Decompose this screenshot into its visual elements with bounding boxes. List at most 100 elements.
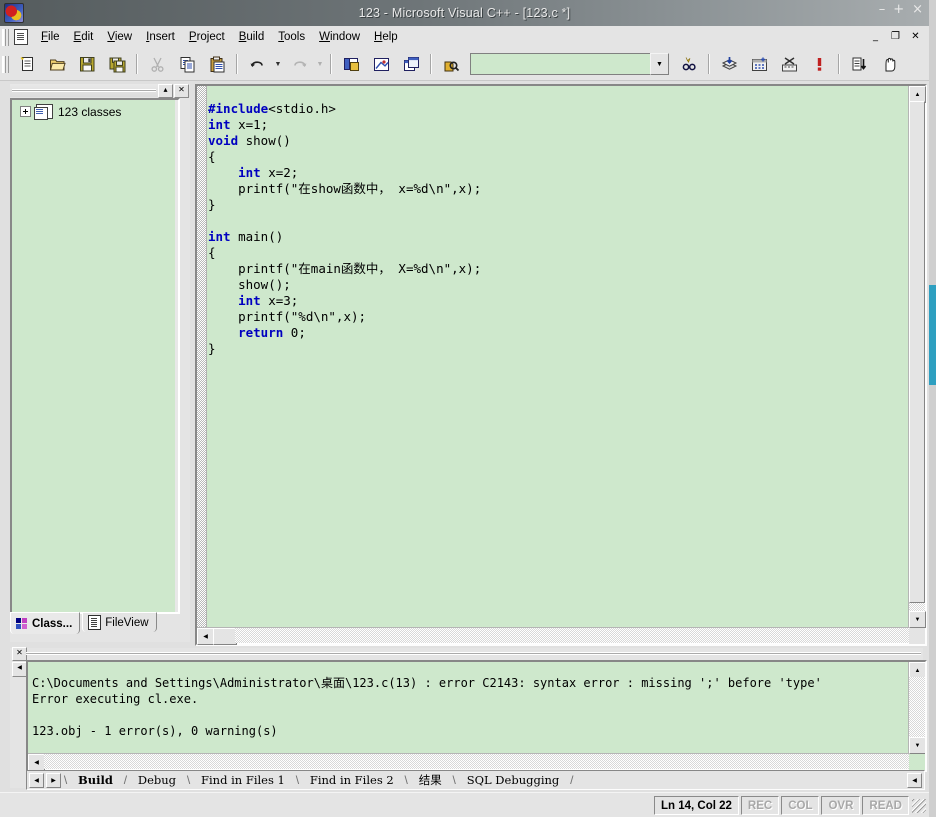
- open-file-button[interactable]: [43, 50, 71, 78]
- status-badge-col: COL: [781, 796, 820, 815]
- tab-find-in-files-2[interactable]: Find in Files 2: [302, 773, 402, 787]
- tab-scroll-right-button[interactable]: ▶: [46, 772, 61, 788]
- code-token: x=2;: [260, 164, 299, 180]
- code-token: <stdio.h>: [268, 100, 336, 116]
- cut-button[interactable]: [143, 50, 171, 78]
- output-caption-bar: ✕: [10, 647, 923, 661]
- search-button[interactable]: [675, 50, 703, 78]
- scroll-left-arrow[interactable]: ◀: [197, 628, 214, 645]
- output-close-button[interactable]: ✕: [12, 647, 27, 661]
- go-button[interactable]: [845, 50, 873, 78]
- execute-button[interactable]: [805, 50, 833, 78]
- tree-scrollbar[interactable]: [175, 100, 178, 612]
- stop-build-button[interactable]: [775, 50, 803, 78]
- undo-button[interactable]: [243, 50, 271, 78]
- selection-margin[interactable]: [197, 86, 207, 644]
- vscroll-thumb[interactable]: [909, 101, 925, 603]
- tab-divider: \: [63, 773, 68, 787]
- redo-button[interactable]: [285, 50, 313, 78]
- menu-item-tools[interactable]: Tools: [271, 29, 312, 45]
- build-button[interactable]: [745, 50, 773, 78]
- undo-dropdown-icon[interactable]: ▼: [272, 51, 284, 77]
- scrollbar-corner: [909, 628, 925, 644]
- menu-item-file[interactable]: File: [34, 29, 67, 45]
- class-view-tree[interactable]: 123 classes: [10, 98, 180, 614]
- tab-results[interactable]: 结果: [411, 772, 450, 788]
- toolbar-drag-grip[interactable]: [2, 55, 9, 73]
- menu-item-insert[interactable]: Insert: [139, 29, 182, 45]
- toolbar-separator: [838, 54, 840, 74]
- tab-sql-debugging[interactable]: SQL Debugging: [459, 773, 568, 787]
- menu-item-edit[interactable]: Edit: [67, 29, 101, 45]
- tree-item-root[interactable]: 123 classes: [12, 100, 178, 120]
- minimize-button[interactable]: –: [879, 3, 886, 16]
- workspace-close-button[interactable]: ✕: [174, 83, 189, 98]
- menu-label: dit: [81, 31, 94, 43]
- workspace-caption-bar: ▴ ✕: [10, 83, 190, 98]
- code-token: int: [238, 292, 261, 308]
- hscroll-track[interactable]: [235, 628, 909, 643]
- menu-drag-grip[interactable]: [2, 28, 9, 46]
- output-hscroll-track[interactable]: [44, 754, 909, 769]
- menu-item-view[interactable]: View: [100, 29, 139, 45]
- visual-cpp-window: 123 - Microsoft Visual C++ - [123.c *] –…: [0, 0, 929, 817]
- output-vertical-scrollbar[interactable]: ▲ ▼: [908, 662, 925, 754]
- menu-item-build[interactable]: Build: [232, 29, 272, 45]
- scroll-left-arrow[interactable]: ◀: [28, 754, 45, 770]
- tab-find-in-files-1[interactable]: Find in Files 1: [193, 773, 293, 787]
- tab-classview[interactable]: Class...: [10, 612, 81, 634]
- menu-item-project[interactable]: Project: [182, 29, 232, 45]
- workspace-minimize-button[interactable]: ▴: [158, 83, 173, 98]
- output-scroll-left-button[interactable]: ◀: [12, 662, 27, 677]
- paste-button[interactable]: [203, 50, 231, 78]
- tab-scroll-left-button[interactable]: ◀: [29, 772, 44, 788]
- output-vscroll-track[interactable]: [909, 677, 925, 739]
- tab-label: Class...: [32, 617, 73, 630]
- plus-box-icon[interactable]: [20, 106, 31, 117]
- window-list-button[interactable]: [397, 50, 425, 78]
- tab-build[interactable]: Build: [70, 773, 121, 787]
- mdi-close-button[interactable]: ✕: [907, 29, 924, 45]
- mdi-minimize-button[interactable]: _: [867, 29, 884, 45]
- close-button[interactable]: ×: [912, 3, 923, 16]
- tab-bar-right-controls: ◀: [905, 772, 924, 788]
- code-token: show(): [238, 132, 291, 148]
- scroll-down-arrow[interactable]: ▼: [909, 737, 925, 754]
- code-editor[interactable]: #include<stdio.h> int x=1; void show() {…: [195, 84, 927, 646]
- document-icon: [14, 29, 28, 45]
- tab-debug[interactable]: Debug: [130, 773, 184, 787]
- tab-divider: \: [404, 773, 408, 787]
- menu-item-help[interactable]: Help: [367, 29, 405, 45]
- resize-grip[interactable]: [912, 798, 926, 813]
- vscroll-track[interactable]: [909, 101, 925, 613]
- save-all-button[interactable]: [103, 50, 131, 78]
- copy-button[interactable]: [173, 50, 201, 78]
- editor-horizontal-scrollbar[interactable]: ◀: [197, 627, 909, 645]
- find-combo[interactable]: ▼: [470, 53, 669, 75]
- menu-accel: P: [188, 31, 197, 43]
- new-file-button[interactable]: [13, 50, 41, 78]
- find-in-files-button[interactable]: [437, 50, 465, 78]
- tab-fileview[interactable]: FileView: [82, 612, 157, 632]
- compile-button[interactable]: [715, 50, 743, 78]
- hscroll-thumb[interactable]: [213, 628, 237, 645]
- tab-scroll-right-edge-button[interactable]: ◀: [907, 772, 922, 788]
- chevron-down-icon[interactable]: ▼: [650, 53, 669, 75]
- maximize-button[interactable]: +: [893, 3, 904, 16]
- menu-label: elp: [382, 31, 398, 43]
- source-code-text[interactable]: #include<stdio.h> int x=1; void show() {…: [208, 101, 907, 614]
- workspace-toggle-button[interactable]: [337, 50, 365, 78]
- scroll-down-arrow[interactable]: ▼: [909, 611, 926, 628]
- output-horizontal-scrollbar[interactable]: ◀: [28, 753, 909, 770]
- mdi-restore-button[interactable]: ❐: [887, 29, 904, 45]
- insert-breakpoint-button[interactable]: [875, 50, 903, 78]
- redo-dropdown-icon[interactable]: ▼: [314, 51, 326, 77]
- output-text-area[interactable]: C:\Documents and Settings\Administrator\…: [26, 660, 927, 772]
- menu-item-window[interactable]: Window: [312, 29, 367, 45]
- code-token: int: [208, 116, 231, 132]
- save-button[interactable]: [73, 50, 101, 78]
- output-toggle-button[interactable]: [367, 50, 395, 78]
- code-token: x=1;: [230, 116, 269, 132]
- editor-vertical-scrollbar[interactable]: ▲ ▼: [908, 86, 926, 628]
